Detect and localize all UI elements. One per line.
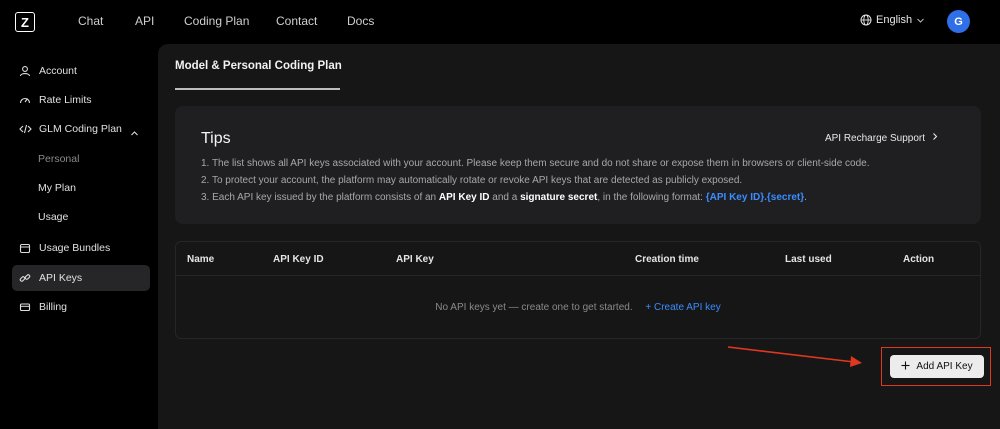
- avatar-initial: G: [954, 15, 963, 28]
- api-recharge-support-link[interactable]: API Recharge Support: [825, 132, 939, 144]
- nav-coding-plan[interactable]: Coding Plan: [184, 14, 249, 28]
- calendar-icon: [18, 241, 32, 255]
- tab-underline: [175, 88, 340, 90]
- chevron-up-icon[interactable]: [130, 125, 139, 143]
- language-selector[interactable]: English: [860, 14, 925, 26]
- plus-icon: [901, 361, 910, 373]
- globe-icon: [860, 14, 872, 26]
- code-icon: [18, 122, 32, 136]
- tips-card: Tips API Recharge Support 1. The list sh…: [175, 106, 981, 224]
- link-icon: [18, 271, 32, 285]
- sidebar-item-label: API Keys: [39, 272, 83, 284]
- create-api-key-link[interactable]: + Create API key: [645, 302, 720, 313]
- sidebar-item-account[interactable]: Account: [12, 58, 150, 84]
- empty-text: No API keys yet — create one to get star…: [435, 302, 633, 313]
- sidebar-sub-usage[interactable]: Usage: [38, 211, 68, 223]
- sidebar-sub-personal[interactable]: Personal: [38, 153, 79, 165]
- sidebar-item-label: Billing: [39, 301, 68, 313]
- top-nav: Z Chat API Coding Plan Contact Docs Engl…: [0, 0, 1000, 44]
- sidebar-item-usage-bundles[interactable]: Usage Bundles: [12, 235, 150, 261]
- avatar[interactable]: G: [947, 10, 970, 33]
- add-api-key-label: Add API Key: [916, 361, 973, 372]
- sidebar-item-billing[interactable]: Billing: [12, 294, 150, 320]
- language-label: English: [876, 14, 913, 26]
- sidebar-item-label: Usage Bundles: [39, 242, 111, 254]
- nav-chat[interactable]: Chat: [78, 14, 103, 28]
- nav-contact[interactable]: Contact: [276, 14, 317, 28]
- tips-title: Tips: [201, 130, 231, 147]
- main-panel: Model & Personal Coding Plan Tips API Re…: [158, 44, 1000, 429]
- annotation-arrow: [727, 346, 862, 367]
- tip-text: 3. Each API key issued by the platform c…: [201, 192, 439, 203]
- sidebar-item-rate-limits[interactable]: Rate Limits: [12, 87, 150, 113]
- chevron-right-icon: [931, 132, 939, 144]
- column-header-creation-time: Creation time: [635, 254, 699, 265]
- api-keys-table: Name API Key ID API Key Creation time La…: [175, 241, 981, 339]
- tip-text: , in the following format:: [597, 192, 706, 203]
- tip-line-2: 2. To protect your account, the platform…: [201, 175, 743, 186]
- column-header-api-key-id: API Key ID: [273, 254, 324, 265]
- sidebar-item-label: GLM Coding Plan: [39, 123, 122, 135]
- user-icon: [18, 64, 32, 78]
- recharge-label: API Recharge Support: [824, 132, 925, 144]
- table-header: Name API Key ID API Key Creation time La…: [176, 242, 980, 276]
- nav-docs[interactable]: Docs: [347, 14, 374, 28]
- chevron-down-icon: [916, 16, 925, 25]
- sidebar: Account Rate Limits GLM Coding Plan Pers…: [0, 44, 158, 429]
- tip-text: .: [804, 192, 807, 203]
- tab-model-personal-coding-plan[interactable]: Model & Personal Coding Plan: [175, 60, 342, 72]
- gauge-icon: [18, 93, 32, 107]
- tip-emphasis: signature secret: [520, 192, 598, 203]
- logo-letter: Z: [21, 14, 29, 30]
- nav-api[interactable]: API: [135, 14, 154, 28]
- tip-emphasis: API Key ID: [438, 192, 490, 203]
- column-header-action: Action: [903, 254, 935, 265]
- tip-line-1: 1. The list shows all API keys associate…: [201, 158, 870, 169]
- column-header-api-key: API Key: [396, 254, 434, 265]
- column-header-name: Name: [187, 254, 215, 265]
- column-header-last-used: Last used: [785, 254, 832, 265]
- sidebar-item-api-keys[interactable]: API Keys: [12, 265, 150, 291]
- sidebar-item-label: Rate Limits: [39, 94, 92, 106]
- tip-text: and a: [489, 192, 521, 203]
- sidebar-item-label: Account: [39, 65, 77, 77]
- tip-line-3: 3. Each API key issued by the platform c…: [201, 192, 807, 203]
- key-format: {API Key ID}.{secret}: [705, 192, 805, 203]
- logo[interactable]: Z: [15, 12, 35, 32]
- sidebar-sub-my-plan[interactable]: My Plan: [38, 182, 76, 194]
- billing-icon: [18, 300, 32, 314]
- empty-state: No API keys yet — create one to get star…: [176, 302, 980, 313]
- add-api-key-button[interactable]: Add API Key: [890, 355, 984, 378]
